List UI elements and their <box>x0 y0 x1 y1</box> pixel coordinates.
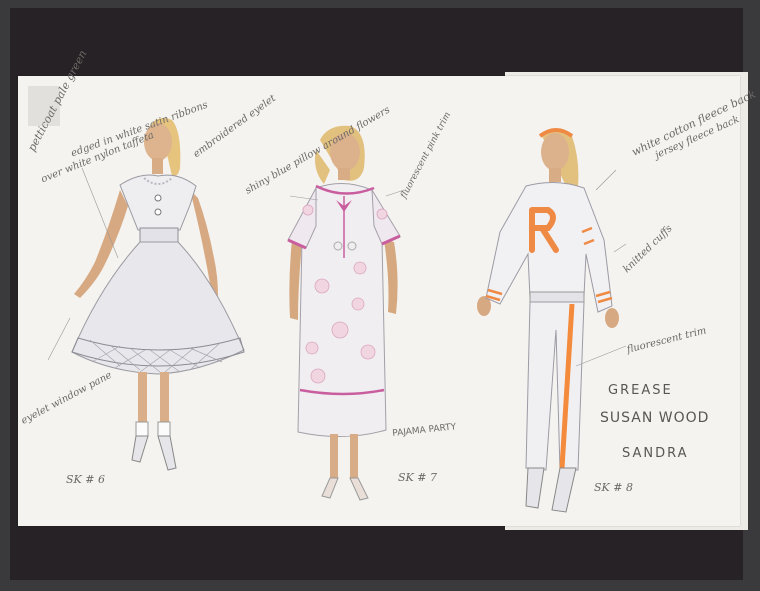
character-name: SANDRA <box>622 446 689 461</box>
sketch-number-6: SK # 6 <box>66 473 105 486</box>
show-title: GREASE <box>608 383 673 398</box>
designer-name: SUSAN WOOD <box>600 410 710 426</box>
sketch-number-8: SK # 8 <box>594 481 633 494</box>
sketch-number-7: SK # 7 <box>398 471 437 484</box>
figure-sk8 <box>477 128 627 513</box>
figure-sk7 <box>287 125 405 501</box>
costume-sketches <box>47 118 627 513</box>
